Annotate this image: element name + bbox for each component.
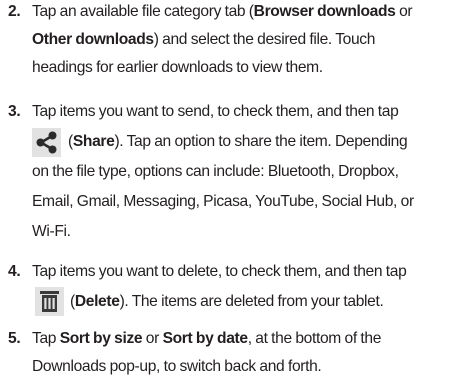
step-line: Wi-Fi. xyxy=(32,223,71,241)
step-text: Downloads pop-up, to switch back and for… xyxy=(32,358,322,375)
step-text: on the file type, options can include: B… xyxy=(32,163,399,180)
step-line: Tap items you want to delete, to check t… xyxy=(32,263,407,281)
step-line: headings for earlier downloads to view t… xyxy=(32,59,323,77)
step-line: Email, Gmail, Messaging, Picasa, YouTube… xyxy=(32,193,414,211)
step-text: Tap items you want to delete, to check t… xyxy=(32,263,407,280)
step-line: on the file type, options can include: B… xyxy=(32,163,399,181)
step-number: 2. xyxy=(8,3,21,20)
step-line: Downloads pop-up, to switch back and for… xyxy=(32,358,322,376)
step-number: 5. xyxy=(8,330,21,347)
step-line: Tap items you want to send, to check the… xyxy=(32,103,399,121)
ui-term-delete: Delete xyxy=(74,293,120,310)
ui-term-browser-downloads: Browser downloads xyxy=(253,3,396,20)
ui-term-other-downloads: Other downloads xyxy=(32,31,154,48)
delete-icon xyxy=(35,287,64,316)
share-icon xyxy=(32,128,61,157)
step-number: 3. xyxy=(8,103,21,120)
step-line: Tap Sort by size or Sort by date, at the… xyxy=(32,330,381,348)
step-line: Tap an available file category tab (Brow… xyxy=(32,3,413,21)
ui-term-share: Share xyxy=(72,133,115,150)
ui-term-sort-by-size: Sort by size xyxy=(59,330,143,347)
step-text: , at the bottom of the xyxy=(247,330,382,347)
step-text: ). Tap an option to share the item. Depe… xyxy=(114,133,408,150)
step-line: (Share). Tap an option to share the item… xyxy=(68,133,408,151)
step-text: or xyxy=(142,330,163,347)
step-text: ) and select the desired file. Touch xyxy=(153,31,376,48)
step-text: ). The items are deleted from your table… xyxy=(119,293,384,310)
manual-page: 2. Tap an available file category tab (B… xyxy=(0,0,472,378)
step-text: Email, Gmail, Messaging, Picasa, YouTube… xyxy=(32,193,414,210)
step-number: 4. xyxy=(8,263,21,280)
step-text: Tap xyxy=(32,330,60,347)
step-text: Tap an available file category tab ( xyxy=(32,3,254,20)
step-line: Other downloads) and select the desired … xyxy=(32,31,375,49)
step-text: Wi-Fi. xyxy=(32,223,71,240)
step-line: (Delete). The items are deleted from you… xyxy=(70,293,384,311)
step-text: headings for earlier downloads to view t… xyxy=(32,59,323,76)
ui-term-sort-by-date: Sort by date xyxy=(162,330,248,347)
step-text: or xyxy=(395,3,413,20)
step-text: Tap items you want to send, to check the… xyxy=(32,103,399,120)
